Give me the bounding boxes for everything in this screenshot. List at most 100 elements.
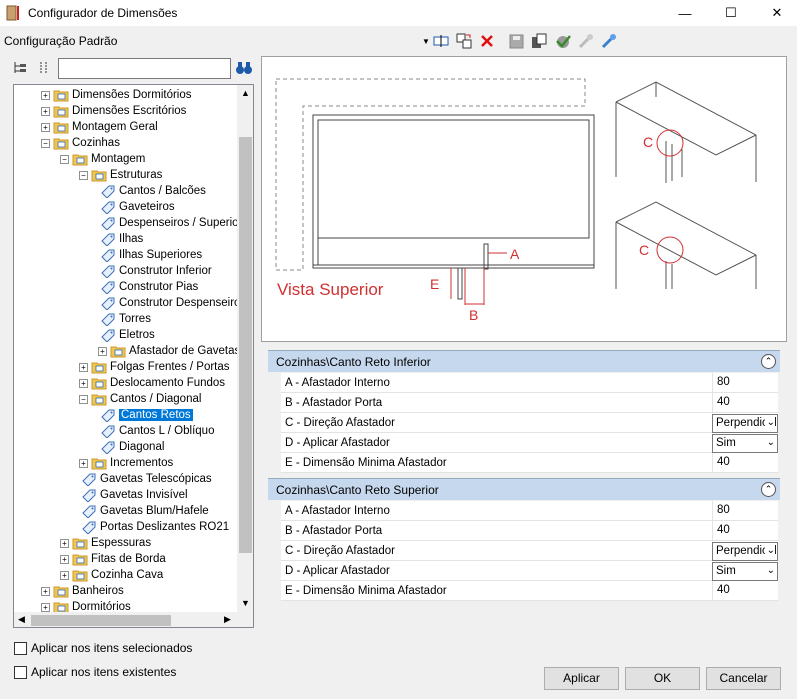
property-group-header[interactable]: Cozinhas\Canto Reto Inferior ⌃	[268, 350, 780, 372]
tree-item[interactable]: Ilhas Superiores	[14, 247, 236, 263]
tree-item[interactable]: + Dimensões Escritórios	[14, 103, 236, 119]
tag-icon	[82, 505, 96, 518]
expand-icon[interactable]: +	[41, 587, 50, 596]
cancel-button[interactable]: Cancelar	[706, 667, 781, 690]
collapse-tree-button[interactable]	[36, 60, 54, 78]
expand-icon[interactable]: +	[79, 363, 88, 372]
expand-icon[interactable]: +	[41, 107, 50, 116]
tree-item[interactable]: + Afastador de Gavetas	[14, 343, 240, 359]
expand-icon[interactable]: +	[60, 555, 69, 564]
tree-item[interactable]: Torres	[14, 311, 236, 327]
collapse-icon[interactable]: −	[60, 155, 69, 164]
property-value-input[interactable]: 40	[712, 453, 778, 473]
property-dropdown[interactable]: Sim ⌄	[712, 434, 778, 453]
maximize-button[interactable]: ☐	[708, 0, 754, 26]
apply-button[interactable]: Aplicar	[544, 667, 619, 690]
tree-item[interactable]: + Montagem Geral	[14, 119, 236, 135]
tree-item[interactable]: Gavetas Blum/Hafele	[14, 503, 236, 519]
property-dropdown[interactable]: Perpendicular⌄	[712, 414, 778, 433]
rename-button[interactable]	[431, 32, 451, 50]
apply-existing-label: Aplicar nos itens existentes	[31, 665, 177, 679]
minimize-button[interactable]: —	[662, 0, 708, 26]
tree-search-input[interactable]	[58, 58, 231, 79]
tree-item[interactable]: Portas Deslizantes RO21	[14, 519, 236, 535]
expand-icon[interactable]: +	[60, 571, 69, 580]
scroll-left-icon[interactable]: ◀	[18, 614, 25, 625]
tree-item[interactable]: + Banheiros	[14, 583, 236, 599]
apply-existing-checkbox[interactable]	[14, 666, 27, 679]
delete-button[interactable]	[477, 32, 497, 50]
collapse-icon[interactable]: −	[79, 395, 88, 404]
chevron-down-icon[interactable]: ⌄	[764, 565, 775, 576]
copy-button[interactable]	[454, 32, 474, 50]
export-button[interactable]	[529, 32, 549, 50]
collapse-icon[interactable]: −	[41, 139, 50, 148]
apply-selected-checkbox[interactable]	[14, 642, 27, 655]
category-tree[interactable]: + Dimensões Dormitórios + Dimensões Escritó…	[13, 84, 254, 628]
property-value-input[interactable]: 40	[712, 393, 778, 413]
expand-icon[interactable]: +	[41, 123, 50, 132]
tree-vertical-scrollbar[interactable]: ▲ ▼	[237, 85, 253, 612]
tree-item[interactable]: Diagonal	[14, 439, 236, 455]
tree-item[interactable]: − Cozinhas	[14, 135, 236, 151]
chevron-down-icon[interactable]: ⌄	[764, 545, 775, 556]
tree-item[interactable]: Cantos L / Oblíquo	[14, 423, 236, 439]
tree-item[interactable]: − Estruturas	[14, 167, 236, 183]
expand-icon[interactable]: +	[60, 539, 69, 548]
group-title: Cozinhas\Canto Reto Inferior	[276, 355, 431, 369]
close-window-button[interactable]: ✕	[754, 0, 797, 26]
tree-item[interactable]: + Cozinha Cava	[14, 567, 236, 583]
property-value-input[interactable]: 80	[712, 373, 778, 393]
tree-item[interactable]: Gavetas Invisível	[14, 487, 236, 503]
tree-item[interactable]: Construtor Despenseiros	[14, 295, 246, 311]
tree-item[interactable]: Ilhas	[14, 231, 236, 247]
tree-item[interactable]: − Cantos / Diagonal	[14, 391, 236, 407]
tree-item[interactable]: Construtor Pias	[14, 279, 236, 295]
tree-item[interactable]: + Dimensões Dormitórios	[14, 87, 236, 103]
property-dropdown[interactable]: Sim ⌄	[712, 562, 778, 581]
tree-item[interactable]: + Espessuras	[14, 535, 236, 551]
chevron-down-icon[interactable]: ⌄	[764, 437, 775, 448]
search-button[interactable]	[235, 60, 253, 78]
property-group-header[interactable]: Cozinhas\Canto Reto Superior ⌃	[268, 478, 780, 500]
property-value-input[interactable]: 40	[712, 581, 778, 601]
scroll-thumb[interactable]	[239, 137, 252, 553]
tree-item[interactable]: Gavetas Telescópicas	[14, 471, 236, 487]
tool-edit-button[interactable]	[599, 32, 619, 50]
tree-horizontal-scrollbar[interactable]: ◀ ▶	[14, 612, 253, 627]
tree-item[interactable]: + Deslocamento Fundos	[14, 375, 236, 391]
expand-icon[interactable]: +	[41, 603, 50, 612]
check-gear-icon	[556, 35, 571, 48]
tree-item[interactable]: Cantos / Balcões	[14, 183, 236, 199]
tree-item[interactable]: + Fitas de Borda	[14, 551, 236, 567]
property-value-input[interactable]: 80	[712, 501, 778, 521]
scroll-right-icon[interactable]: ▶	[224, 614, 231, 625]
chevron-down-icon[interactable]: ⌄	[764, 417, 775, 428]
collapse-icon[interactable]: −	[79, 171, 88, 180]
tree-item[interactable]: − Montagem	[14, 151, 236, 167]
tree-item[interactable]: + Incrementos	[14, 455, 236, 471]
scroll-down-icon[interactable]: ▼	[241, 598, 250, 608]
tree-item[interactable]: Despenseiros / Superiores	[14, 215, 253, 231]
collapse-group-icon[interactable]: ⌃	[761, 482, 776, 497]
hscroll-thumb[interactable]	[31, 615, 171, 626]
tree-item[interactable]: Cantos Retos	[14, 407, 236, 423]
collapse-group-icon[interactable]: ⌃	[761, 354, 776, 369]
tree-item[interactable]: Gaveteiros	[14, 199, 236, 215]
expand-icon[interactable]: +	[79, 459, 88, 468]
expand-icon[interactable]: +	[41, 91, 50, 100]
expand-tree-button[interactable]	[12, 60, 30, 78]
scroll-up-icon[interactable]: ▲	[241, 88, 250, 98]
save-button[interactable]	[506, 32, 526, 50]
expand-icon[interactable]: +	[79, 379, 88, 388]
ok-button[interactable]: OK	[625, 667, 700, 690]
tree-item[interactable]: Construtor Inferior	[14, 263, 236, 279]
tool-button[interactable]	[576, 32, 596, 50]
tree-item[interactable]: Eletros	[14, 327, 236, 343]
expand-icon[interactable]: +	[98, 347, 107, 356]
tree-item-label: Gaveteiros	[119, 201, 175, 213]
check-settings-button[interactable]	[553, 32, 573, 50]
property-dropdown[interactable]: Perpendicular⌄	[712, 542, 778, 561]
tree-item[interactable]: + Folgas Frentes / Portas	[14, 359, 236, 375]
property-value-input[interactable]: 40	[712, 521, 778, 541]
